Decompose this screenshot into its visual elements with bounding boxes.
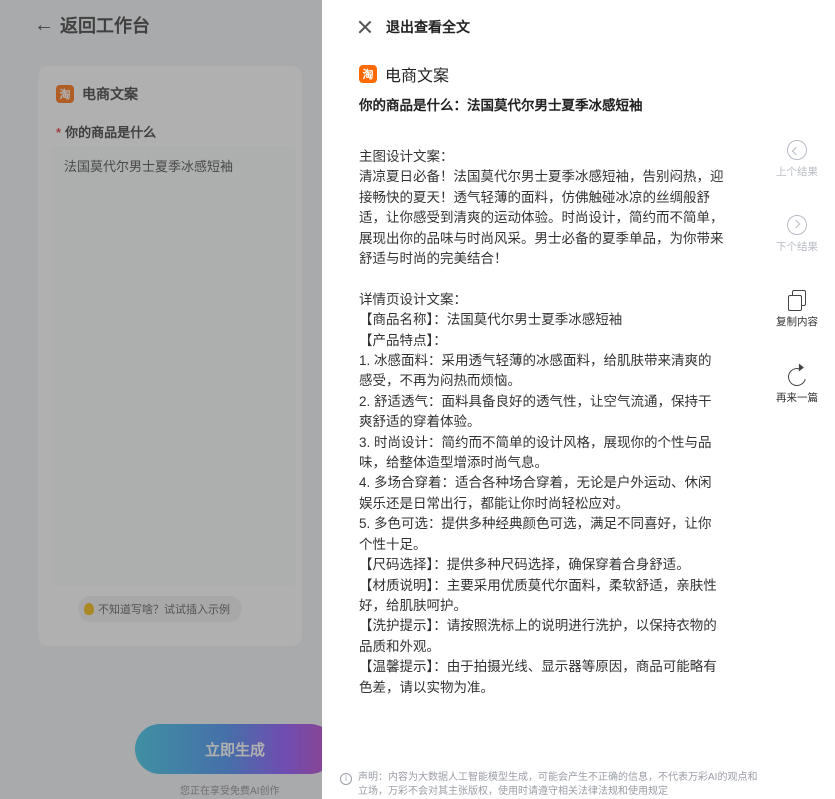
regenerate-label: 再来一篇 [776, 392, 818, 404]
article-line: 【洗护提示】：请按照洗标上的说明进行洗护，以保持衣物的品质和外观。 [359, 618, 717, 654]
article-line: 5. 多色可选：提供多种经典颜色可选，满足不同喜好，让你个性十足。 [359, 516, 712, 552]
next-result-label: 下个结果 [776, 241, 818, 253]
copy-content-button[interactable]: 复制内容 [762, 290, 832, 329]
generated-copy: 主图设计文案： 清凉夏日必备！法国莫代尔男士夏季冰感短袖，告别闷热，迎接畅快的夏天… [359, 147, 724, 698]
drawer-title: 电商文案 [385, 68, 450, 85]
article-line: 2. 舒适透气：面料具备良好的透气性，让空气流通，保持干爽舒适的穿着体验。 [359, 393, 712, 430]
prev-result-label: 上个结果 [776, 166, 818, 178]
disclaimer-text: 声明：内容为大数据人工智能模型生成，可能会产生不正确的信息，不代表万彩AI的观点… [358, 772, 758, 797]
article-line: 【材质说明】：主要采用优质莫代尔面料，柔软舒适，亲肤性好，给肌肤呵护。 [359, 577, 717, 613]
copy-label: 复制内容 [776, 316, 818, 328]
product-question: 你的商品是什么：法国莫代尔男士夏季冰感短袖 [359, 98, 643, 113]
article-line: 详情页设计文案： [359, 291, 467, 307]
article-line: 3. 时尚设计：简约而不简单的设计风格，展现你的个性与品味，给整体造型增添时尚气… [359, 434, 712, 471]
article-line: 【商品名称】：法国莫代尔男士夏季冰感短袖 [359, 312, 623, 328]
article-line: 【温馨提示】：由于拍摄光线、显示器等原因，商品可能略有色差，请以实物为准。 [359, 659, 717, 695]
next-result-button[interactable]: 下个结果 [762, 215, 832, 254]
chevron-up-icon [787, 140, 807, 160]
regenerate-button[interactable]: 再来一篇 [762, 364, 832, 405]
full-text-drawer: 退出查看全文 淘 电商文案 你的商品是什么：法国莫代尔男士夏季冰感短袖 主图设计… [322, 0, 835, 799]
close-icon[interactable] [358, 20, 372, 34]
taobao-logo-icon: 淘 [359, 65, 377, 83]
info-icon: i [340, 773, 352, 785]
article-line: 主图设计文案： [359, 149, 454, 164]
ai-disclaimer: i 声明：内容为大数据人工智能模型生成，可能会产生不正确的信息，不代表万彩AI的… [340, 771, 760, 799]
article-line: 清凉夏日必备！法国莫代尔男士夏季冰感短袖，告别闷热，迎接畅快的夏天！透气轻薄的面… [359, 169, 724, 267]
exit-label: 退出查看全文 [386, 19, 470, 35]
refresh-icon [784, 364, 810, 390]
article-line: 4. 多场合穿着：适合各种场合穿着，无论是户外运动、休闲娱乐还是日常出行，都能让… [359, 475, 712, 511]
article-line: 1. 冰感面料：采用透气轻薄的冰感面料，给肌肤带来清爽的感受，不再为闷热而烦恼。 [359, 353, 712, 389]
article-line: 【产品特点】： [359, 332, 447, 348]
article-line: 【尺码选择】：提供多种尺码选择，确保穿着合身舒适。 [359, 557, 690, 573]
chevron-down-icon [787, 215, 807, 235]
copy-icon [788, 290, 806, 311]
prev-result-button[interactable]: 上个结果 [762, 140, 832, 179]
exit-full-view-button[interactable]: 退出查看全文 [358, 17, 470, 37]
drawer-header: 淘 电商文案 [359, 62, 449, 86]
